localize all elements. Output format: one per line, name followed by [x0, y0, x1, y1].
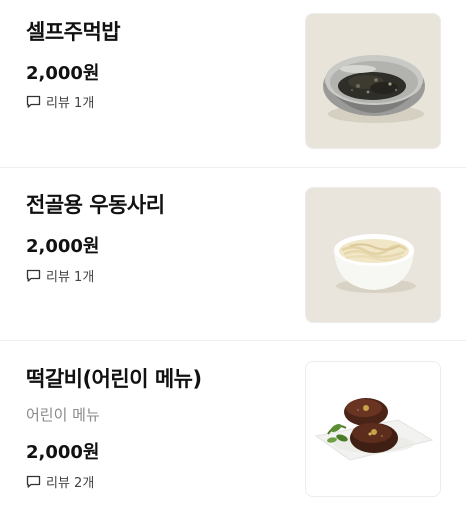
review-count[interactable]: 리뷰 1개	[26, 92, 94, 111]
menu-item-price: 2,000원	[26, 63, 100, 84]
menu-item-name: 떡갈비(어린이 메뉴)	[26, 367, 202, 391]
review-count-label: 리뷰 2개	[46, 476, 95, 491]
speech-bubble-icon	[26, 475, 41, 488]
menu-item-price: 2,000원	[26, 442, 100, 463]
review-count-label: 리뷰 1개	[46, 96, 95, 111]
tteokgalbi-plate-image	[306, 362, 440, 496]
review-count[interactable]: 리뷰 1개	[26, 266, 94, 285]
menu-item-image[interactable]	[305, 187, 441, 323]
udon-noodle-bowl-image	[306, 188, 440, 322]
review-count[interactable]: 리뷰 2개	[26, 472, 94, 491]
menu-item-name: 셀프주먹밥	[26, 20, 121, 44]
menu-list: 셀프주먹밥 2,000원 리뷰 1개 전골용 우동사리 2,000원 리뷰 1개…	[0, 0, 466, 513]
menu-item-image[interactable]	[305, 13, 441, 149]
menu-item-price: 2,000원	[26, 236, 100, 257]
speech-bubble-icon	[26, 95, 41, 108]
menu-item[interactable]: 떡갈비(어린이 메뉴) 어린이 메뉴 2,000원 리뷰 2개	[0, 341, 466, 513]
menu-item-description: 어린이 메뉴	[26, 406, 100, 424]
seasoned-rice-bowl-image	[306, 14, 440, 148]
menu-item-name: 전골용 우동사리	[26, 193, 165, 217]
speech-bubble-icon	[26, 269, 41, 282]
menu-item-image[interactable]	[305, 361, 441, 497]
review-count-label: 리뷰 1개	[46, 270, 95, 285]
menu-item[interactable]: 셀프주먹밥 2,000원 리뷰 1개	[0, 0, 466, 168]
menu-item[interactable]: 전골용 우동사리 2,000원 리뷰 1개	[0, 168, 466, 341]
